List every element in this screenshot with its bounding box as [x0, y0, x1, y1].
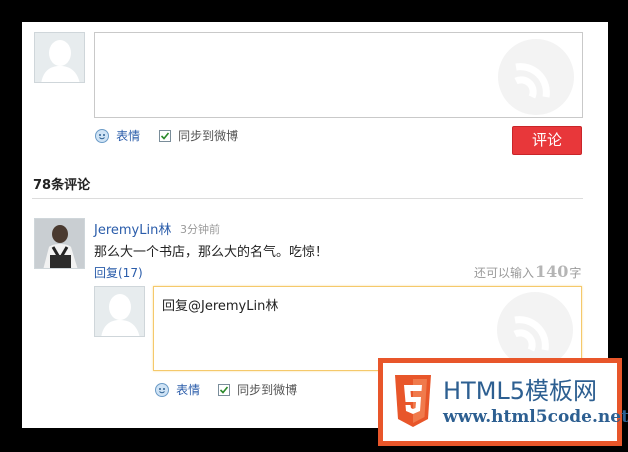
weibo-watermark-icon — [498, 39, 574, 115]
watermark-url: www.html5code.net — [443, 407, 628, 427]
char-remaining-count: 140 — [535, 262, 569, 281]
html5-shield-icon — [395, 375, 431, 427]
header-divider — [32, 198, 583, 199]
reply-emoticon-label: 表情 — [176, 383, 201, 397]
char-remaining: 还可以输入140字 — [474, 262, 581, 281]
emoticon-button[interactable]: 表情 — [95, 127, 140, 144]
watermark-inner: HTML5模板网 www.html5code.net — [383, 363, 628, 441]
smiley-icon — [95, 129, 109, 143]
char-remaining-suffix: 字 — [569, 266, 582, 280]
reply-emoticon-button[interactable]: 表情 — [155, 381, 200, 398]
comments-count-title: 78条评论 — [33, 178, 91, 193]
char-remaining-prefix: 还可以输入 — [474, 266, 535, 280]
comment-text: 那么大一个书店，那么大的名气。吃惊！ — [94, 245, 329, 260]
submit-comment-button[interactable]: 评论 — [512, 126, 582, 155]
commenter-username[interactable]: JeremyLin林 — [94, 219, 171, 238]
html5-watermark-badge: HTML5模板网 www.html5code.net — [378, 358, 628, 446]
current-user-avatar — [34, 32, 85, 83]
sync-weibo-checkbox[interactable] — [159, 130, 171, 142]
reply-user-avatar — [94, 286, 145, 337]
comment-timestamp: 3分钟前 — [180, 223, 220, 236]
reply-link[interactable]: 回复(17) — [94, 264, 143, 281]
sync-weibo-option[interactable]: 同步到微博 — [159, 127, 238, 144]
comment-input[interactable] — [94, 32, 583, 118]
reply-sync-weibo-label: 同步到微博 — [237, 383, 298, 397]
smiley-icon — [155, 383, 169, 397]
reply-sync-weibo-checkbox[interactable] — [218, 384, 230, 396]
reply-sync-weibo-option[interactable]: 同步到微博 — [218, 381, 297, 398]
commenter-avatar[interactable] — [34, 218, 85, 269]
watermark-brand: HTML5模板网 — [443, 377, 598, 405]
sync-weibo-label: 同步到微博 — [178, 129, 239, 143]
reply-input-text: 回复@JeremyLin林 — [162, 299, 279, 314]
emoticon-label: 表情 — [116, 129, 141, 143]
